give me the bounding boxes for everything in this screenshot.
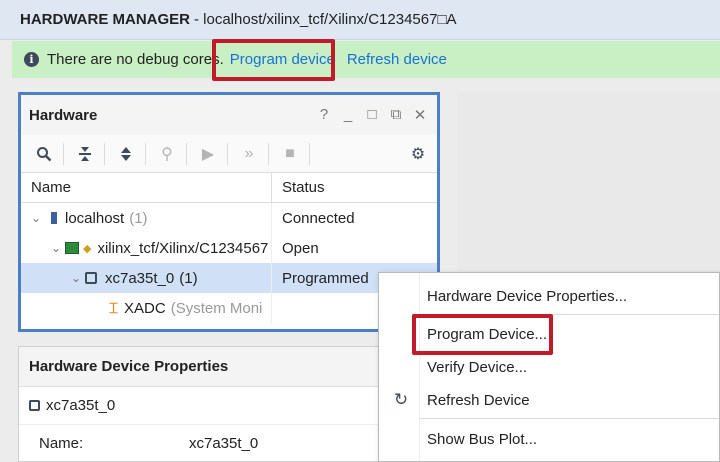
toolbar-divider	[104, 142, 105, 165]
menu-item-label: Hardware Device Properties...	[427, 287, 628, 305]
hardware-toolbar: ⚲ ▶ » ■ ⚙	[21, 135, 437, 173]
menu-item-label: Refresh Device	[427, 391, 530, 409]
menu-item-hardware-device-properties[interactable]: Hardware Device Properties...	[379, 282, 719, 310]
stop-icon: ■	[285, 144, 295, 162]
tree-row-localhost[interactable]: ⌄ localhost (1) Connected	[21, 203, 437, 233]
row-name: xc7a35t_0	[105, 269, 175, 287]
window-title: HARDWARE MANAGER	[20, 11, 190, 28]
row-name: localhost	[65, 209, 125, 227]
tree-row-device[interactable]: ⌄ xc7a35t_0 (1) Programmed	[21, 263, 437, 293]
chip-icon	[29, 400, 40, 411]
expand-all-icon[interactable]	[113, 141, 139, 167]
row-status: Open	[282, 239, 319, 257]
run-trigger-icon: ▶	[201, 145, 215, 163]
xadc-icon: ⌶	[109, 299, 119, 317]
tree-header: Name Status	[21, 173, 437, 203]
toolbar-divider	[186, 142, 187, 165]
property-row-name: Name: xc7a35t_0	[19, 425, 439, 452]
properties-device-bar: xc7a35t_0 ◀ ▶	[19, 387, 439, 425]
auto-connect-icon: ⚲	[161, 145, 173, 163]
property-label: Name:	[39, 435, 84, 452]
row-name: XADC	[124, 299, 166, 317]
menu-separator	[419, 418, 719, 419]
toolbar-divider	[63, 142, 64, 165]
row-count: (1)	[179, 269, 198, 287]
menu-item-show-bus-plot[interactable]: Show Bus Plot...	[379, 425, 719, 453]
close-icon[interactable]: ✕	[413, 106, 427, 124]
row-count: (1)	[129, 209, 148, 227]
info-icon: i	[24, 52, 39, 67]
hardware-panel-header: Hardware ? _ □ ⧉ ✕	[21, 95, 437, 135]
row-status: Programmed	[282, 269, 369, 287]
properties-panel-title: Hardware Device Properties	[29, 358, 229, 375]
column-header-status[interactable]: Status	[272, 173, 325, 202]
chevron-down-icon[interactable]: ⌄	[27, 211, 45, 225]
gear-icon[interactable]: ⚙	[405, 141, 431, 167]
toolbar-divider	[309, 142, 310, 165]
column-header-name[interactable]: Name	[21, 173, 272, 202]
toolbar-divider	[145, 142, 146, 165]
maximize-icon[interactable]: □	[365, 106, 379, 124]
hardware-device-properties-panel: Hardware Device Properties ? _ xc7a35t_0…	[18, 346, 440, 462]
banner-message: There are no debug cores.	[47, 51, 224, 68]
row-status: Connected	[282, 209, 355, 227]
search-icon[interactable]	[31, 141, 57, 167]
properties-panel-header: Hardware Device Properties ? _	[19, 347, 439, 387]
title-bar: HARDWARE MANAGER - localhost/xilinx_tcf/…	[0, 0, 720, 40]
highlight-box-program-device-menu	[412, 314, 553, 355]
context-menu: Hardware Device Properties... Program De…	[378, 272, 720, 462]
window-path: - localhost/xilinx_tcf/Xilinx/C1234567□A	[194, 11, 457, 28]
property-value: xc7a35t_0	[189, 435, 259, 452]
refresh-device-link[interactable]: Refresh device	[347, 51, 447, 68]
help-icon[interactable]: ?	[317, 106, 331, 124]
toolbar-divider	[227, 142, 228, 165]
chevron-down-icon[interactable]: ⌄	[47, 241, 65, 255]
row-name: xilinx_tcf/Xilinx/C1234567	[97, 239, 269, 257]
menu-item-verify-device[interactable]: Verify Device...	[379, 353, 719, 381]
chip-icon	[85, 272, 97, 284]
hardware-panel: Hardware ? _ □ ⧉ ✕ ⚲ ▶ » ■ ⚙ Name Status…	[18, 92, 440, 332]
float-icon[interactable]: ⧉	[389, 106, 403, 124]
collapse-all-icon[interactable]	[72, 141, 98, 167]
tree-row-target[interactable]: ⌄ ◆ xilinx_tcf/Xilinx/C1234567 Open	[21, 233, 437, 263]
board-icon	[65, 242, 79, 254]
row-detail: (System Moni	[170, 299, 263, 317]
server-icon	[51, 212, 57, 224]
info-banner: i There are no debug cores. Program devi…	[12, 41, 720, 78]
run-immediate-icon: »	[244, 144, 254, 162]
connector-icon: ◆	[83, 242, 92, 255]
chevron-down-icon[interactable]: ⌄	[67, 271, 85, 285]
tree-row-xadc[interactable]: ⌶ XADC (System Moni	[21, 293, 437, 323]
menu-item-refresh-device[interactable]: ↻ Refresh Device	[379, 386, 719, 414]
minimize-icon[interactable]: _	[341, 106, 355, 124]
menu-item-label: Verify Device...	[427, 358, 528, 376]
properties-device-name: xc7a35t_0	[46, 397, 116, 414]
menu-item-label: Show Bus Plot...	[427, 430, 538, 448]
refresh-icon: ↻	[393, 390, 409, 409]
highlight-box-program-link	[212, 39, 335, 81]
toolbar-divider	[268, 142, 269, 165]
hardware-panel-title: Hardware	[29, 106, 98, 124]
